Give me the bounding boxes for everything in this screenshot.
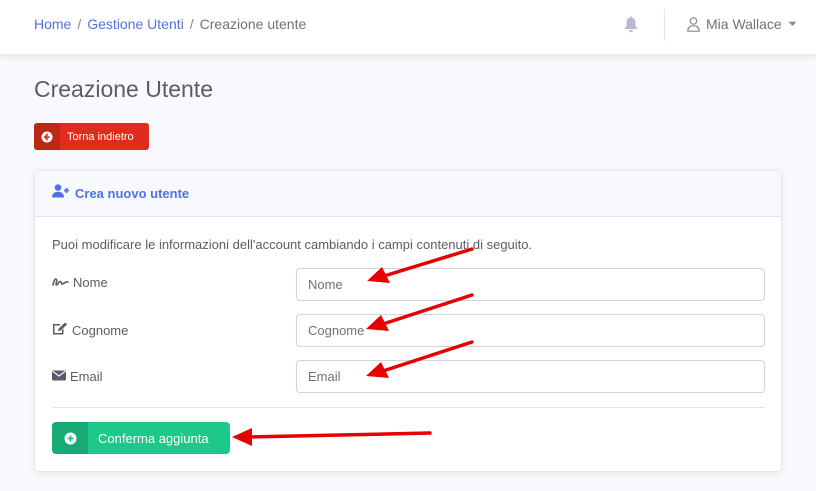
nome-input[interactable] [296, 268, 765, 301]
nome-label: Nome [52, 275, 108, 290]
email-label-text: Email [70, 369, 103, 384]
form-divider [52, 407, 765, 408]
create-user-card: Crea nuovo utente Puoi modificare le inf… [34, 170, 782, 472]
breadcrumb-separator: / [77, 16, 82, 32]
nome-label-text: Nome [73, 275, 108, 290]
card-title: Crea nuovo utente [75, 186, 190, 201]
email-input[interactable] [296, 360, 765, 393]
bell-icon[interactable] [624, 16, 638, 34]
edit-icon [52, 322, 68, 338]
cognome-label-text: Cognome [72, 322, 129, 338]
breadcrumb-current: Creazione utente [199, 16, 307, 32]
topbar: Home / Gestione Utenti / Creazione utent… [0, 0, 816, 54]
signature-icon [52, 275, 69, 290]
plus-circle-icon [52, 422, 88, 454]
user-plus-icon [52, 184, 70, 203]
user-name: Mia Wallace [706, 16, 782, 32]
breadcrumb-home-link[interactable]: Home [34, 16, 71, 32]
cognome-label: Cognome [52, 322, 128, 338]
back-button[interactable]: Torna indietro [34, 123, 149, 150]
card-header: Crea nuovo utente [35, 171, 781, 217]
chevron-down-icon [788, 21, 797, 27]
breadcrumb-users-link[interactable]: Gestione Utenti [87, 16, 184, 32]
page-title: Creazione Utente [34, 76, 213, 102]
back-button-label: Torna indietro [67, 130, 134, 143]
breadcrumb: Home / Gestione Utenti / Creazione utent… [34, 16, 306, 32]
topbar-divider [664, 9, 665, 41]
help-text: Puoi modificare le informazioni dell'acc… [52, 237, 533, 252]
confirm-add-button-label: Conferma aggiunta [98, 430, 209, 446]
user-icon [687, 16, 700, 32]
email-label: Email [52, 369, 103, 384]
cognome-input[interactable] [296, 314, 765, 347]
confirm-add-button[interactable]: Conferma aggiunta [52, 422, 230, 454]
breadcrumb-separator: / [189, 16, 194, 32]
envelope-icon [52, 369, 66, 384]
arrow-circle-left-icon [34, 123, 60, 150]
user-menu[interactable]: Mia Wallace [687, 16, 797, 32]
